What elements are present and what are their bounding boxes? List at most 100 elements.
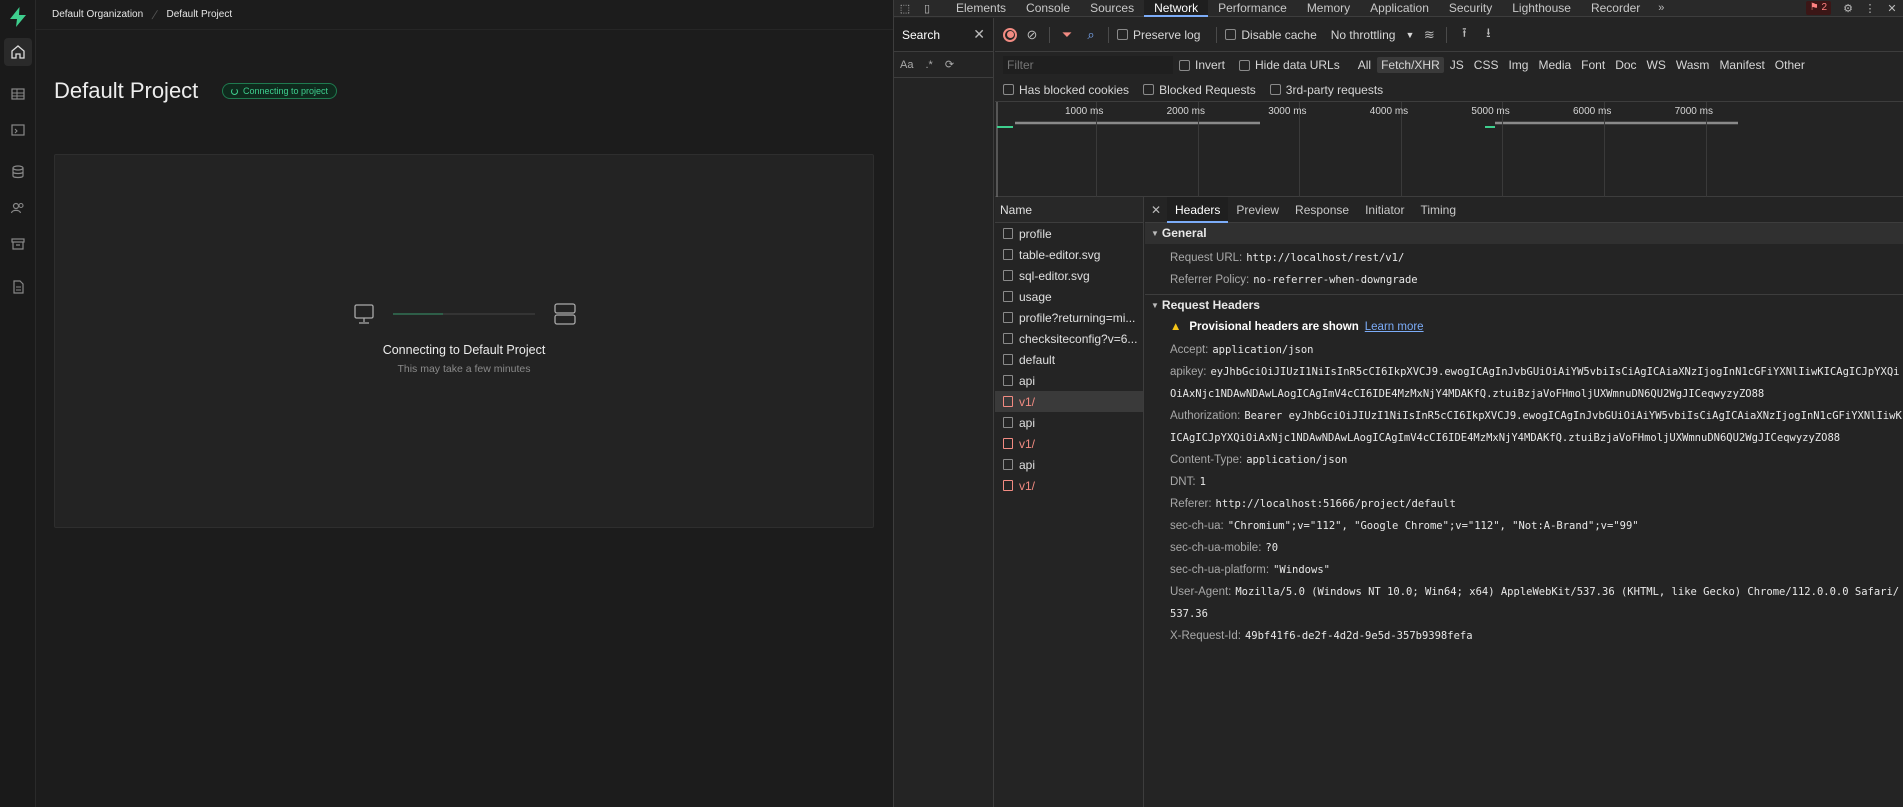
filter-type-js[interactable]: JS [1446,57,1468,73]
request-row[interactable]: v1/ [995,433,1143,454]
regex-button[interactable]: .* [925,59,932,71]
request-row[interactable]: usage [995,286,1143,307]
tab-memory[interactable]: Memory [1297,0,1360,17]
tab-performance[interactable]: Performance [1208,0,1297,17]
header-row-accept: Accept: application/json [1145,339,1903,361]
filter-type-img[interactable]: Img [1504,57,1532,73]
import-har-icon[interactable]: ⭱ [1455,24,1473,46]
table-editor-icon[interactable] [4,80,32,108]
tab-elements[interactable]: Elements [946,0,1016,17]
network-conditions-icon[interactable]: ≋ [1420,27,1438,43]
clear-icon[interactable]: ⊘ [1023,27,1041,43]
inspect-element-icon[interactable]: ⬚ [894,0,916,17]
request-row[interactable]: api [995,370,1143,391]
auth-users-icon[interactable] [4,194,32,222]
device-toolbar-icon[interactable]: ▯ [916,0,938,17]
tab-application[interactable]: Application [1360,0,1439,17]
record-button[interactable] [1003,27,1017,42]
header-value: ?0 [1265,542,1279,554]
close-devtools-icon[interactable]: ✕ [1881,0,1903,17]
tab-security[interactable]: Security [1439,0,1502,17]
request-headers-title: Request Headers [1161,298,1260,312]
request-headers-section-header[interactable]: ▼ Request Headers [1145,294,1903,315]
detail-tab-response[interactable]: Response [1287,197,1357,223]
breadcrumb-org[interactable]: Default Organization [52,9,143,20]
has-blocked-cookies-checkbox[interactable]: Has blocked cookies [1003,83,1129,97]
request-row[interactable]: api [995,454,1143,475]
tab-console[interactable]: Console [1016,0,1080,17]
header-value: http://localhost:51666/project/default [1215,498,1456,510]
docs-icon[interactable] [4,273,32,301]
preserve-log-checkbox[interactable]: Preserve log [1117,28,1200,42]
kebab-menu-icon[interactable]: ⋮ [1859,0,1881,17]
supabase-logo-icon[interactable] [6,5,30,29]
settings-gear-icon[interactable]: ⚙ [1837,0,1859,17]
breadcrumb-project[interactable]: Default Project [167,9,233,20]
request-row[interactable]: profile [995,223,1143,244]
learn-more-link[interactable]: Learn more [1365,321,1424,333]
filter-type-fetch-xhr[interactable]: Fetch/XHR [1377,57,1444,73]
timeline-tick-label: 7000 ms [1674,106,1713,117]
request-row[interactable]: v1/ [995,475,1143,496]
close-details-icon[interactable]: ✕ [1145,203,1167,217]
request-row[interactable]: api [995,412,1143,433]
nav-rail [0,0,36,807]
disable-cache-checkbox[interactable]: Disable cache [1225,28,1317,42]
name-column-header[interactable]: Name [995,197,1143,223]
filter-icon[interactable]: ⏷ [1058,27,1076,43]
request-row[interactable]: v1/ [995,391,1143,412]
issues-badge[interactable]: ⚑ 2 [1805,1,1831,15]
referrer-policy-key: Referrer Policy: [1170,274,1250,286]
filter-type-css[interactable]: CSS [1470,57,1503,73]
more-tabs-icon[interactable]: » [1650,0,1672,17]
request-name: api [1019,457,1036,472]
match-case-button[interactable]: Aa [900,59,913,71]
network-overview-timeline[interactable]: 1000 ms 2000 ms 3000 ms 4000 ms 5000 ms 6000 … [995,102,1903,197]
resource-file-icon [1003,270,1013,281]
third-party-checkbox[interactable]: 3rd-party requests [1269,83,1383,97]
request-row[interactable]: table-editor.svg [995,244,1143,265]
invert-checkbox[interactable]: Invert [1179,58,1225,72]
request-row[interactable]: checksiteconfig?v=6... [995,328,1143,349]
filter-type-doc[interactable]: Doc [1611,57,1640,73]
filter-type-other[interactable]: Other [1771,57,1809,73]
home-icon[interactable] [4,38,32,66]
devtools-tabs: Elements Console Sources Network Performance… [946,0,1650,17]
close-search-icon[interactable]: ✕ [973,26,985,43]
filter-type-all[interactable]: All [1354,57,1375,73]
request-row[interactable]: sql-editor.svg [995,265,1143,286]
throttling-select[interactable]: No throttling ▼ [1331,28,1415,42]
storage-icon[interactable] [4,230,32,258]
detail-tab-headers[interactable]: Headers [1167,196,1229,223]
tab-lighthouse[interactable]: Lighthouse [1502,0,1581,17]
filter-type-ws[interactable]: WS [1643,57,1670,73]
request-row[interactable]: profile?returning=mi... [995,307,1143,328]
header-key: Authorization: [1170,410,1241,422]
tab-network[interactable]: Network [1144,0,1209,17]
export-har-icon[interactable]: ⭳ [1479,24,1497,46]
tab-sources[interactable]: Sources [1080,0,1144,17]
resource-file-icon [1003,249,1013,260]
detail-tab-timing[interactable]: Timing [1412,197,1464,223]
detail-tab-list: Headers Preview Response Initiator Timing [1167,196,1464,223]
filter-input[interactable] [1003,56,1173,74]
request-row[interactable]: default [995,349,1143,370]
tab-recorder[interactable]: Recorder [1581,0,1650,17]
connecting-subtitle: This may take a few minutes [397,363,531,375]
filter-type-wasm[interactable]: Wasm [1672,57,1714,73]
header-row-sec-ch-ua-mobile: sec-ch-ua-mobile: ?0 [1145,537,1903,559]
hide-data-urls-checkbox[interactable]: Hide data URLs [1239,58,1340,72]
database-icon[interactable] [4,158,32,186]
sql-editor-icon[interactable] [4,116,32,144]
filter-type-manifest[interactable]: Manifest [1715,57,1768,73]
resource-type-filters: All Fetch/XHR JS CSS Img Media Font Doc WS Wasm Ma… [1354,57,1809,73]
refresh-icon[interactable]: ⟳ [945,58,954,71]
request-name: v1/ [1019,394,1036,409]
detail-tab-initiator[interactable]: Initiator [1357,197,1412,223]
general-section-header[interactable]: ▼ General [1145,223,1903,244]
blocked-requests-checkbox[interactable]: Blocked Requests [1143,83,1256,97]
search-icon[interactable]: ⌕ [1082,27,1100,43]
detail-tab-preview[interactable]: Preview [1228,197,1287,223]
filter-type-font[interactable]: Font [1577,57,1609,73]
filter-type-media[interactable]: Media [1534,57,1575,73]
